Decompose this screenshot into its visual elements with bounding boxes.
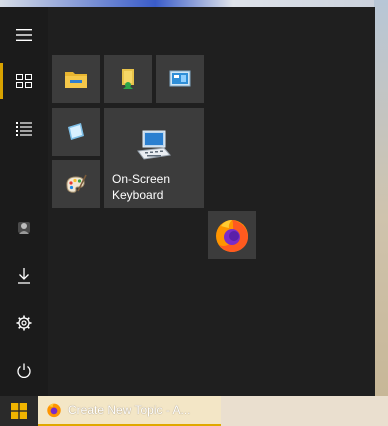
downloads-button[interactable] (0, 252, 48, 300)
control-panel-tile[interactable] (156, 55, 204, 103)
all-apps-button[interactable] (0, 105, 48, 153)
expand-button[interactable] (0, 11, 48, 59)
control-panel-icon (169, 70, 191, 87)
start-menu-rail (0, 7, 48, 396)
all-apps-list-icon (16, 122, 32, 136)
power-icon (17, 363, 31, 378)
pinned-tiles-button[interactable] (0, 57, 48, 105)
tiles-icon (16, 74, 32, 88)
on-screen-keyboard-tile[interactable]: On-Screen Keyboard (104, 108, 204, 208)
windows-logo-icon (11, 403, 27, 419)
firefox-tile[interactable] (208, 211, 256, 259)
start-menu: On-Screen Keyboard (0, 7, 375, 396)
start-button[interactable] (0, 396, 38, 426)
user-folder-icon (122, 69, 134, 89)
notepad-icon (68, 123, 84, 140)
taskbar: Create New Topic - A... (0, 396, 388, 426)
settings-gear-icon (16, 315, 32, 331)
settings-button[interactable] (0, 299, 48, 347)
firefox-icon (216, 220, 248, 252)
file-explorer-icon (65, 72, 87, 88)
taskbar-item-firefox[interactable]: Create New Topic - A... (38, 396, 221, 426)
notepad-tile[interactable] (52, 108, 100, 156)
downloads-icon (18, 268, 30, 284)
user-folder-tile[interactable] (104, 55, 152, 103)
desktop-top-strip (0, 0, 388, 7)
paint-icon (66, 174, 87, 193)
on-screen-keyboard-label: On-Screen Keyboard (112, 172, 171, 202)
user-avatar-icon (18, 222, 30, 234)
power-button[interactable] (0, 347, 48, 395)
file-explorer-tile[interactable] (52, 55, 100, 103)
taskbar-item-label: Create New Topic - A... (68, 403, 191, 417)
firefox-icon (47, 403, 61, 418)
paint-tile[interactable] (52, 160, 100, 208)
on-screen-keyboard-icon (137, 130, 171, 160)
hamburger-icon (16, 29, 32, 41)
account-button[interactable] (0, 204, 48, 252)
desktop-right-strip (374, 0, 388, 396)
